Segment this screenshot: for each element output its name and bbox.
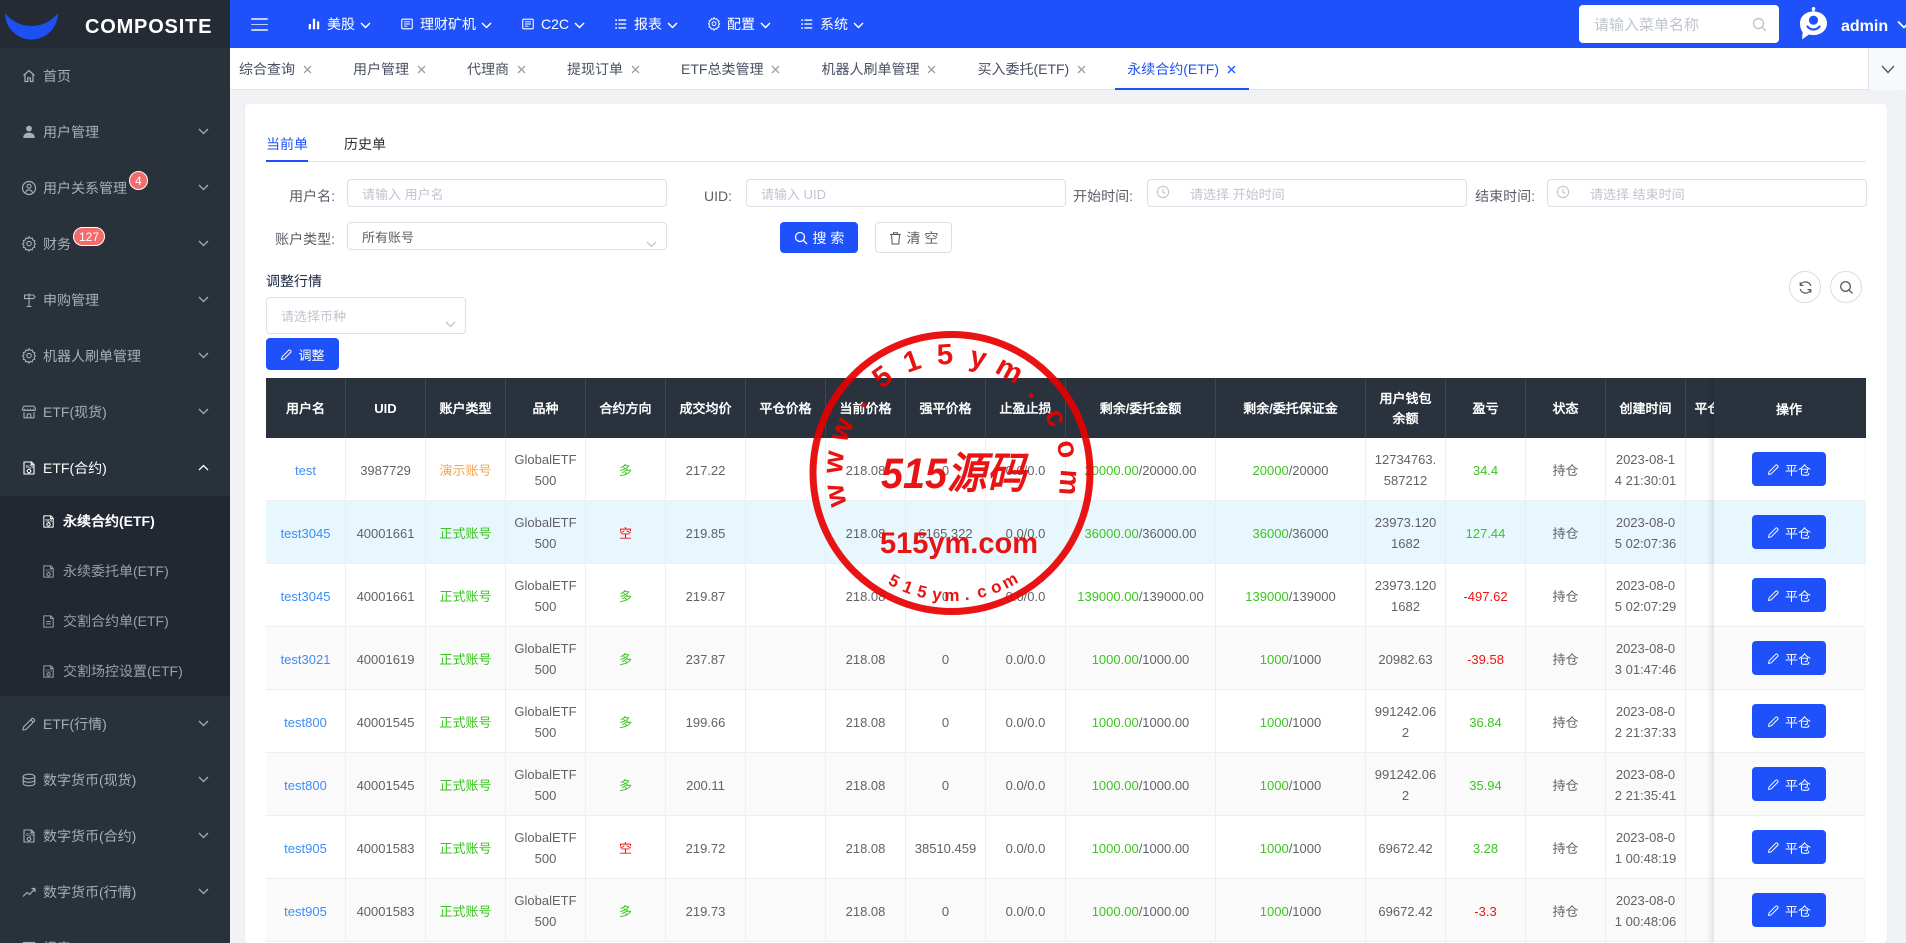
svg-text:SQL: SQL bbox=[26, 832, 35, 837]
svg-text:SQL: SQL bbox=[45, 517, 54, 522]
svg-text:SQL: SQL bbox=[26, 464, 35, 469]
svg-text:SQL: SQL bbox=[45, 667, 54, 672]
svg-text:SQL: SQL bbox=[45, 567, 54, 572]
